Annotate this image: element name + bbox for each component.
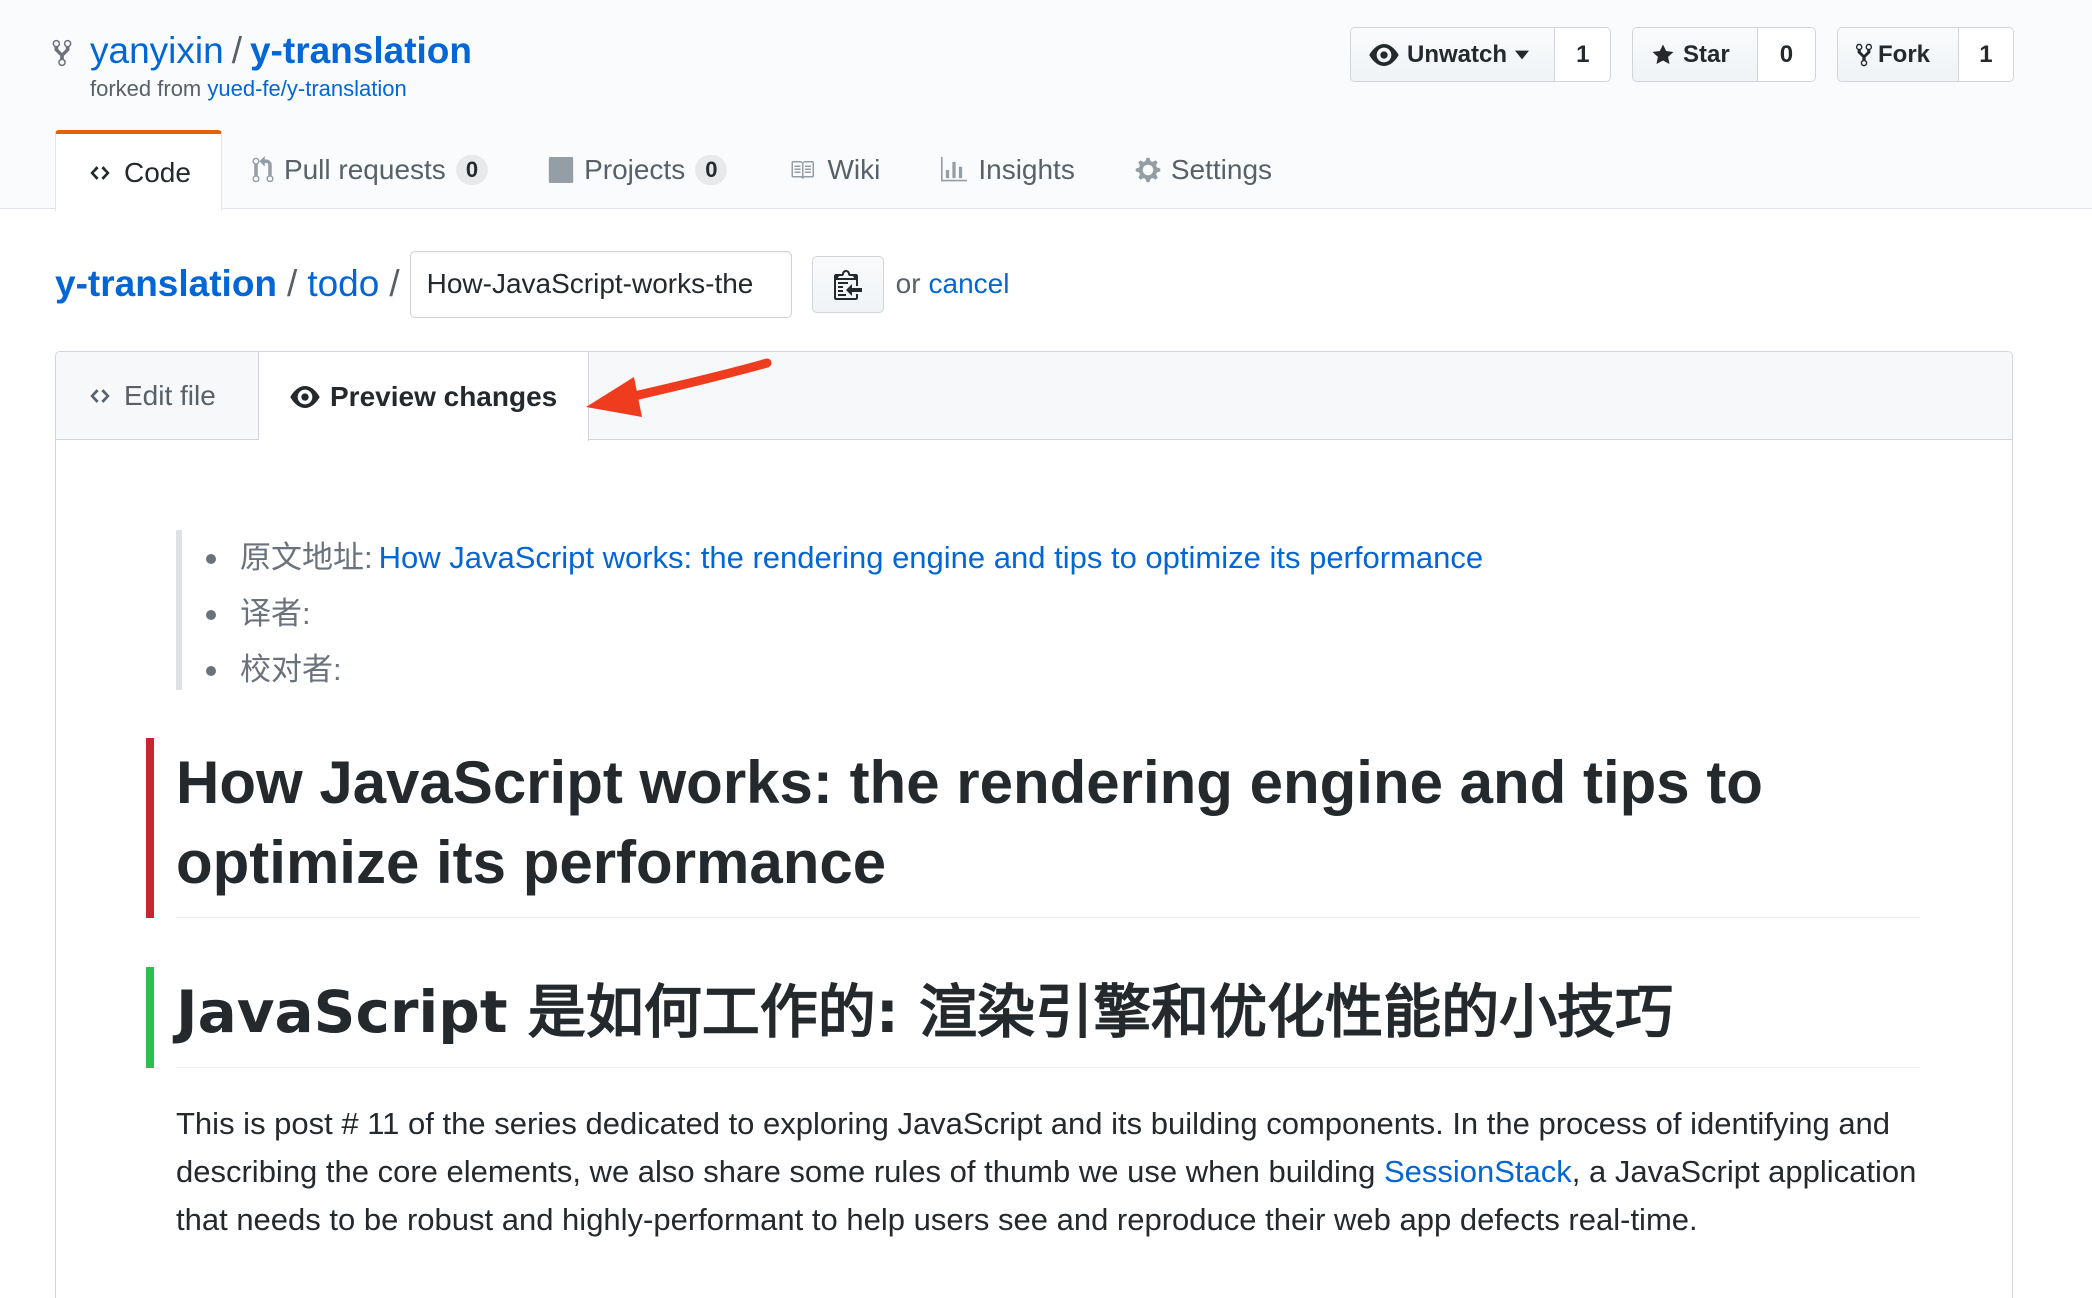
intro-paragraph: This is post # 11 of the series dedicate… [176,1100,1920,1244]
edit-file-label: Edit file [124,380,216,411]
pull-request-icon [252,156,274,183]
fork-button[interactable]: Fork [1838,28,1959,81]
star-button[interactable]: Star [1633,28,1758,81]
heading-english: How JavaScript works: the rendering engi… [176,740,1920,918]
meta-label: 原文地址: [240,540,373,575]
gear-icon [1135,157,1161,183]
list-item: 原文地址: How JavaScript works: the rendering… [206,530,1920,586]
forks-count[interactable]: 1 [1958,28,2013,81]
tab-wiki-label: Wiki [827,154,881,185]
repo-header: yanyixin / y-translation forked from yued-… [0,0,2092,211]
tab-projects[interactable]: Projects 0 [518,130,757,210]
tab-settings[interactable]: Settings [1105,130,1302,210]
forked-from-prefix: forked from [90,76,202,101]
editor-tabs: Edit file Preview changes [56,352,2012,441]
cancel-link[interactable]: cancel [929,268,1010,299]
tab-code[interactable]: Code [55,130,222,211]
project-icon [548,157,574,183]
watchers-count[interactable]: 1 [1555,28,1610,81]
fork-button-group: Fork 1 [1837,27,2014,82]
tab-code-label: Code [124,156,191,188]
original-article-link[interactable]: How JavaScript works: the rendering engi… [379,540,1483,575]
eye-icon [290,385,320,408]
tab-pull-requests-label: Pull requests [283,154,446,185]
removed-diff-marker [146,738,154,918]
repo-forked-icon [52,39,72,67]
repo-title-separator: / [231,30,242,71]
metadata-list: 原文地址: How JavaScript works: the rendering… [206,530,1920,698]
or-text: or [895,268,921,299]
tab-insights-label: Insights [978,154,1075,185]
metadata-blockquote: 原文地址: How JavaScript works: the rendering… [176,530,1920,690]
repo-forked-icon [1856,43,1872,66]
unwatch-button[interactable]: Unwatch [1351,28,1556,81]
tab-wiki[interactable]: Wiki [757,130,910,210]
list-item: 译者: [206,586,1920,642]
sessionstack-link[interactable]: SessionStack [1384,1154,1572,1189]
projects-counter: 0 [695,155,728,185]
watch-button-group: Unwatch 1 [1350,27,1611,82]
repo-owner-link[interactable]: yanyixin [90,30,224,71]
star-icon [1652,44,1674,64]
breadcrumb-separator: / [389,263,400,304]
tab-pull-requests[interactable]: Pull requests 0 [222,130,518,210]
repo-nav-tabs: Code Pull requests 0 Projects 0 Wiki Ins… [55,130,1302,211]
list-item: 校对者: [206,642,1920,698]
stargazers-count[interactable]: 0 [1757,28,1815,81]
code-icon [90,165,110,180]
copy-path-button[interactable] [811,255,884,313]
caret-down-icon [1515,50,1530,59]
fork-label: Fork [1878,40,1931,68]
tab-settings-label: Settings [1170,154,1273,185]
star-label: Star [1683,40,1730,68]
meta-label: 校对者: [240,652,342,687]
or-cancel: or cancel [896,268,1010,300]
breadcrumb-repo-root[interactable]: y-translation [55,263,277,305]
unwatch-label: Unwatch [1407,40,1508,68]
repo-name-link[interactable]: y-translation [250,30,472,71]
star-button-group: Star 0 [1632,27,1816,82]
preview-changes-label: Preview changes [330,380,558,412]
meta-label: 译者: [240,596,311,631]
code-icon [90,389,110,403]
forked-from-link[interactable]: yued-fe/y-translation [207,76,406,101]
tab-projects-label: Projects [584,154,686,185]
breadcrumb-folder-todo[interactable]: todo [307,263,379,305]
file-path-breadcrumb: y-translation / todo / or cancel [55,250,1009,318]
repo-title: yanyixin / y-translation [90,28,472,74]
preview-changes-tab[interactable]: Preview changes [259,352,589,441]
edit-file-tab[interactable]: Edit file [56,352,259,440]
tab-insights[interactable]: Insights [910,130,1105,210]
annotation-arrow-icon [586,358,772,417]
clippy-icon [833,270,862,300]
eye-icon [1369,43,1399,66]
filename-input[interactable] [409,250,792,318]
book-icon [791,161,815,179]
graph-icon [941,157,968,182]
breadcrumb-separator: / [287,263,298,304]
added-diff-marker [146,967,154,1068]
forked-from-text: forked from yued-fe/y-translation [90,76,407,102]
pull-requests-counter: 0 [455,155,489,185]
heading-chinese: JavaScript 是如何工作的: 渲染引擎和优化性能的小技巧 [176,967,1920,1068]
